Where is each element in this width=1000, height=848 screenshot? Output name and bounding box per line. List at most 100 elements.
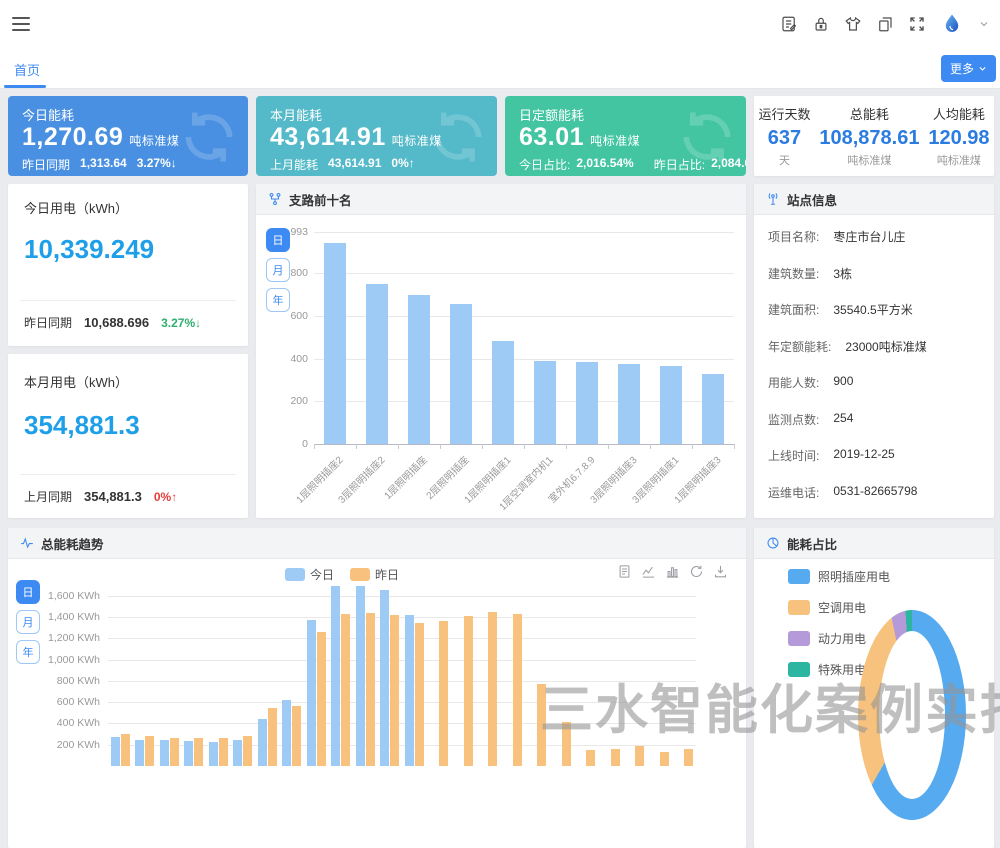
- site-info-label: 运维电话:: [768, 484, 819, 501]
- y-axis-label: 993: [270, 226, 308, 238]
- x-axis-tick: [440, 444, 441, 449]
- x-axis-tick: [608, 444, 609, 449]
- y-axis-label: 400 KWh: [38, 717, 100, 729]
- branch-bar: [408, 295, 430, 444]
- legend-item-今日[interactable]: 今日: [285, 566, 334, 583]
- gridline: [108, 723, 696, 724]
- period-button-月[interactable]: 月: [16, 610, 40, 634]
- y-axis-label: 1,600 KWh: [38, 590, 100, 602]
- panel-title: 总能耗趋势: [41, 534, 104, 553]
- summary-stat-value: 108,878.61: [819, 127, 919, 150]
- legend-swatch: [788, 631, 810, 646]
- fullscreen-icon[interactable]: [908, 15, 926, 33]
- gridline: [314, 273, 734, 274]
- brand-logo-water-drop[interactable]: [940, 12, 964, 36]
- y-axis-label: 1,000 KWh: [38, 654, 100, 666]
- energy-trend-panel: 总能耗趋势 今日昨日 日月年 200 KWh400 KWh600 KWh800 …: [8, 528, 746, 848]
- copy-files-icon[interactable]: [876, 15, 894, 33]
- trend-bar-yesterday: [415, 623, 424, 766]
- legend-swatch: [285, 568, 305, 581]
- theme-shirt-icon[interactable]: [844, 15, 862, 33]
- chevron-down-icon[interactable]: [978, 18, 990, 30]
- stat-card-sub-value: 43,614.91: [328, 156, 381, 173]
- notepad-tool-icon[interactable]: [780, 15, 798, 33]
- x-axis-tick: [482, 444, 483, 449]
- legend-label: 今日: [310, 566, 334, 583]
- menu-toggle-icon[interactable]: [12, 17, 30, 31]
- stat-card-daily-quota: 日定额能耗 63.01吨标准煤 今日占比:2,016.54% 昨日占比:2,08…: [505, 96, 746, 176]
- recycle-icon: [427, 106, 489, 168]
- bar-chart-icon[interactable]: [665, 564, 680, 579]
- line-chart-icon[interactable]: [641, 564, 656, 579]
- site-info-label: 建筑数量:: [768, 265, 819, 282]
- download-icon[interactable]: [713, 564, 728, 579]
- x-axis-tick: [314, 444, 315, 449]
- site-info-value: 900: [833, 374, 853, 391]
- x-axis-tick: [356, 444, 357, 449]
- topbar-icon-group: [780, 0, 990, 48]
- legend-label: 昨日: [375, 566, 399, 583]
- y-axis-label: 600: [270, 310, 308, 322]
- summary-stat-label: 总能耗: [819, 104, 919, 123]
- period-button-年[interactable]: 年: [266, 288, 290, 312]
- legend-item-昨日[interactable]: 昨日: [350, 566, 399, 583]
- summary-stat-unit: 天: [758, 152, 810, 168]
- more-button[interactable]: 更多: [941, 55, 996, 82]
- tab-home[interactable]: 首页: [14, 60, 40, 79]
- trend-bar-today: [184, 741, 193, 766]
- recycle-icon: [676, 106, 738, 168]
- stat-card-today-energy: 今日能耗 1,270.69吨标准煤 昨日同期1,313.643.27%↓: [8, 96, 248, 176]
- x-axis-tick: [692, 444, 693, 449]
- site-info-label: 上线时间:: [768, 447, 819, 464]
- pie-legend-item-空调用电[interactable]: 空调用电: [788, 599, 890, 616]
- y-axis-label: 0: [270, 438, 308, 450]
- site-info-value: 0531-82665798: [833, 484, 917, 501]
- trend-bar-today: [135, 740, 144, 766]
- energy-share-panel: 能耗占比 照明插座用电空调用电动力用电特殊用电: [754, 528, 994, 848]
- stat-card-unit: 吨标准煤: [129, 134, 179, 148]
- summary-stat: 运行天数637天: [758, 104, 810, 168]
- branch-bar: [534, 361, 556, 444]
- restore-refresh-icon[interactable]: [689, 564, 704, 579]
- site-info-value: 23000吨标准煤: [845, 338, 926, 355]
- stat-card-sub-value: 1,313.64: [80, 156, 127, 173]
- pie-legend-item-照明插座用电[interactable]: 照明插座用电: [788, 568, 890, 585]
- usage-card-value: 354,881.3: [24, 410, 140, 441]
- branch-bar: [492, 341, 514, 444]
- trend-bar-yesterday: [194, 738, 203, 766]
- stat-card-value: 43,614.91: [270, 123, 386, 151]
- trend-bar-yesterday: [366, 613, 375, 766]
- stat-card-month-energy: 本月能耗 43,614.91吨标准煤 上月能耗43,614.910%↑: [256, 96, 497, 176]
- gridline: [108, 660, 696, 661]
- trend-chart-legend: 今日 昨日: [285, 566, 399, 583]
- stat-card-sub-label: 昨日同期: [22, 156, 70, 173]
- data-view-icon[interactable]: [617, 564, 632, 579]
- divider: [20, 300, 236, 301]
- lock-icon[interactable]: [812, 15, 830, 33]
- summary-stat-label: 人均能耗: [928, 104, 989, 123]
- period-button-年[interactable]: 年: [16, 640, 40, 664]
- gridline: [108, 702, 696, 703]
- stat-card-value: 63.01: [519, 123, 584, 151]
- stat-card-delta: 0%↑: [391, 156, 414, 173]
- site-info-value: 3栋: [833, 265, 852, 282]
- gridline: [108, 596, 696, 597]
- x-axis-tick: [650, 444, 651, 449]
- panel-title: 支路前十名: [289, 190, 352, 209]
- site-info-value: 254: [833, 411, 853, 428]
- usage-card-value: 10,339.249: [24, 234, 154, 265]
- period-button-日[interactable]: 日: [16, 580, 40, 604]
- trend-bar-yesterday: [611, 749, 620, 766]
- stat-card-value: 1,270.69: [22, 123, 123, 151]
- chart-toolbox: [617, 564, 728, 579]
- tab-bar: 首页 更多: [0, 48, 1000, 89]
- site-info-label: 建筑面积:: [768, 301, 819, 318]
- gridline: [314, 232, 734, 233]
- legend-swatch: [350, 568, 370, 581]
- usage-compare-label: 上月同期: [24, 488, 72, 505]
- dashboard-content: 今日能耗 1,270.69吨标准煤 昨日同期1,313.643.27%↓ 本月能…: [0, 88, 1000, 750]
- summary-stats-panel: 运行天数637天总能耗108,878.61吨标准煤人均能耗120.98吨标准煤: [754, 96, 994, 176]
- gridline: [108, 617, 696, 618]
- trend-bar-yesterday: [292, 706, 301, 766]
- trend-bar-yesterday: [513, 614, 522, 766]
